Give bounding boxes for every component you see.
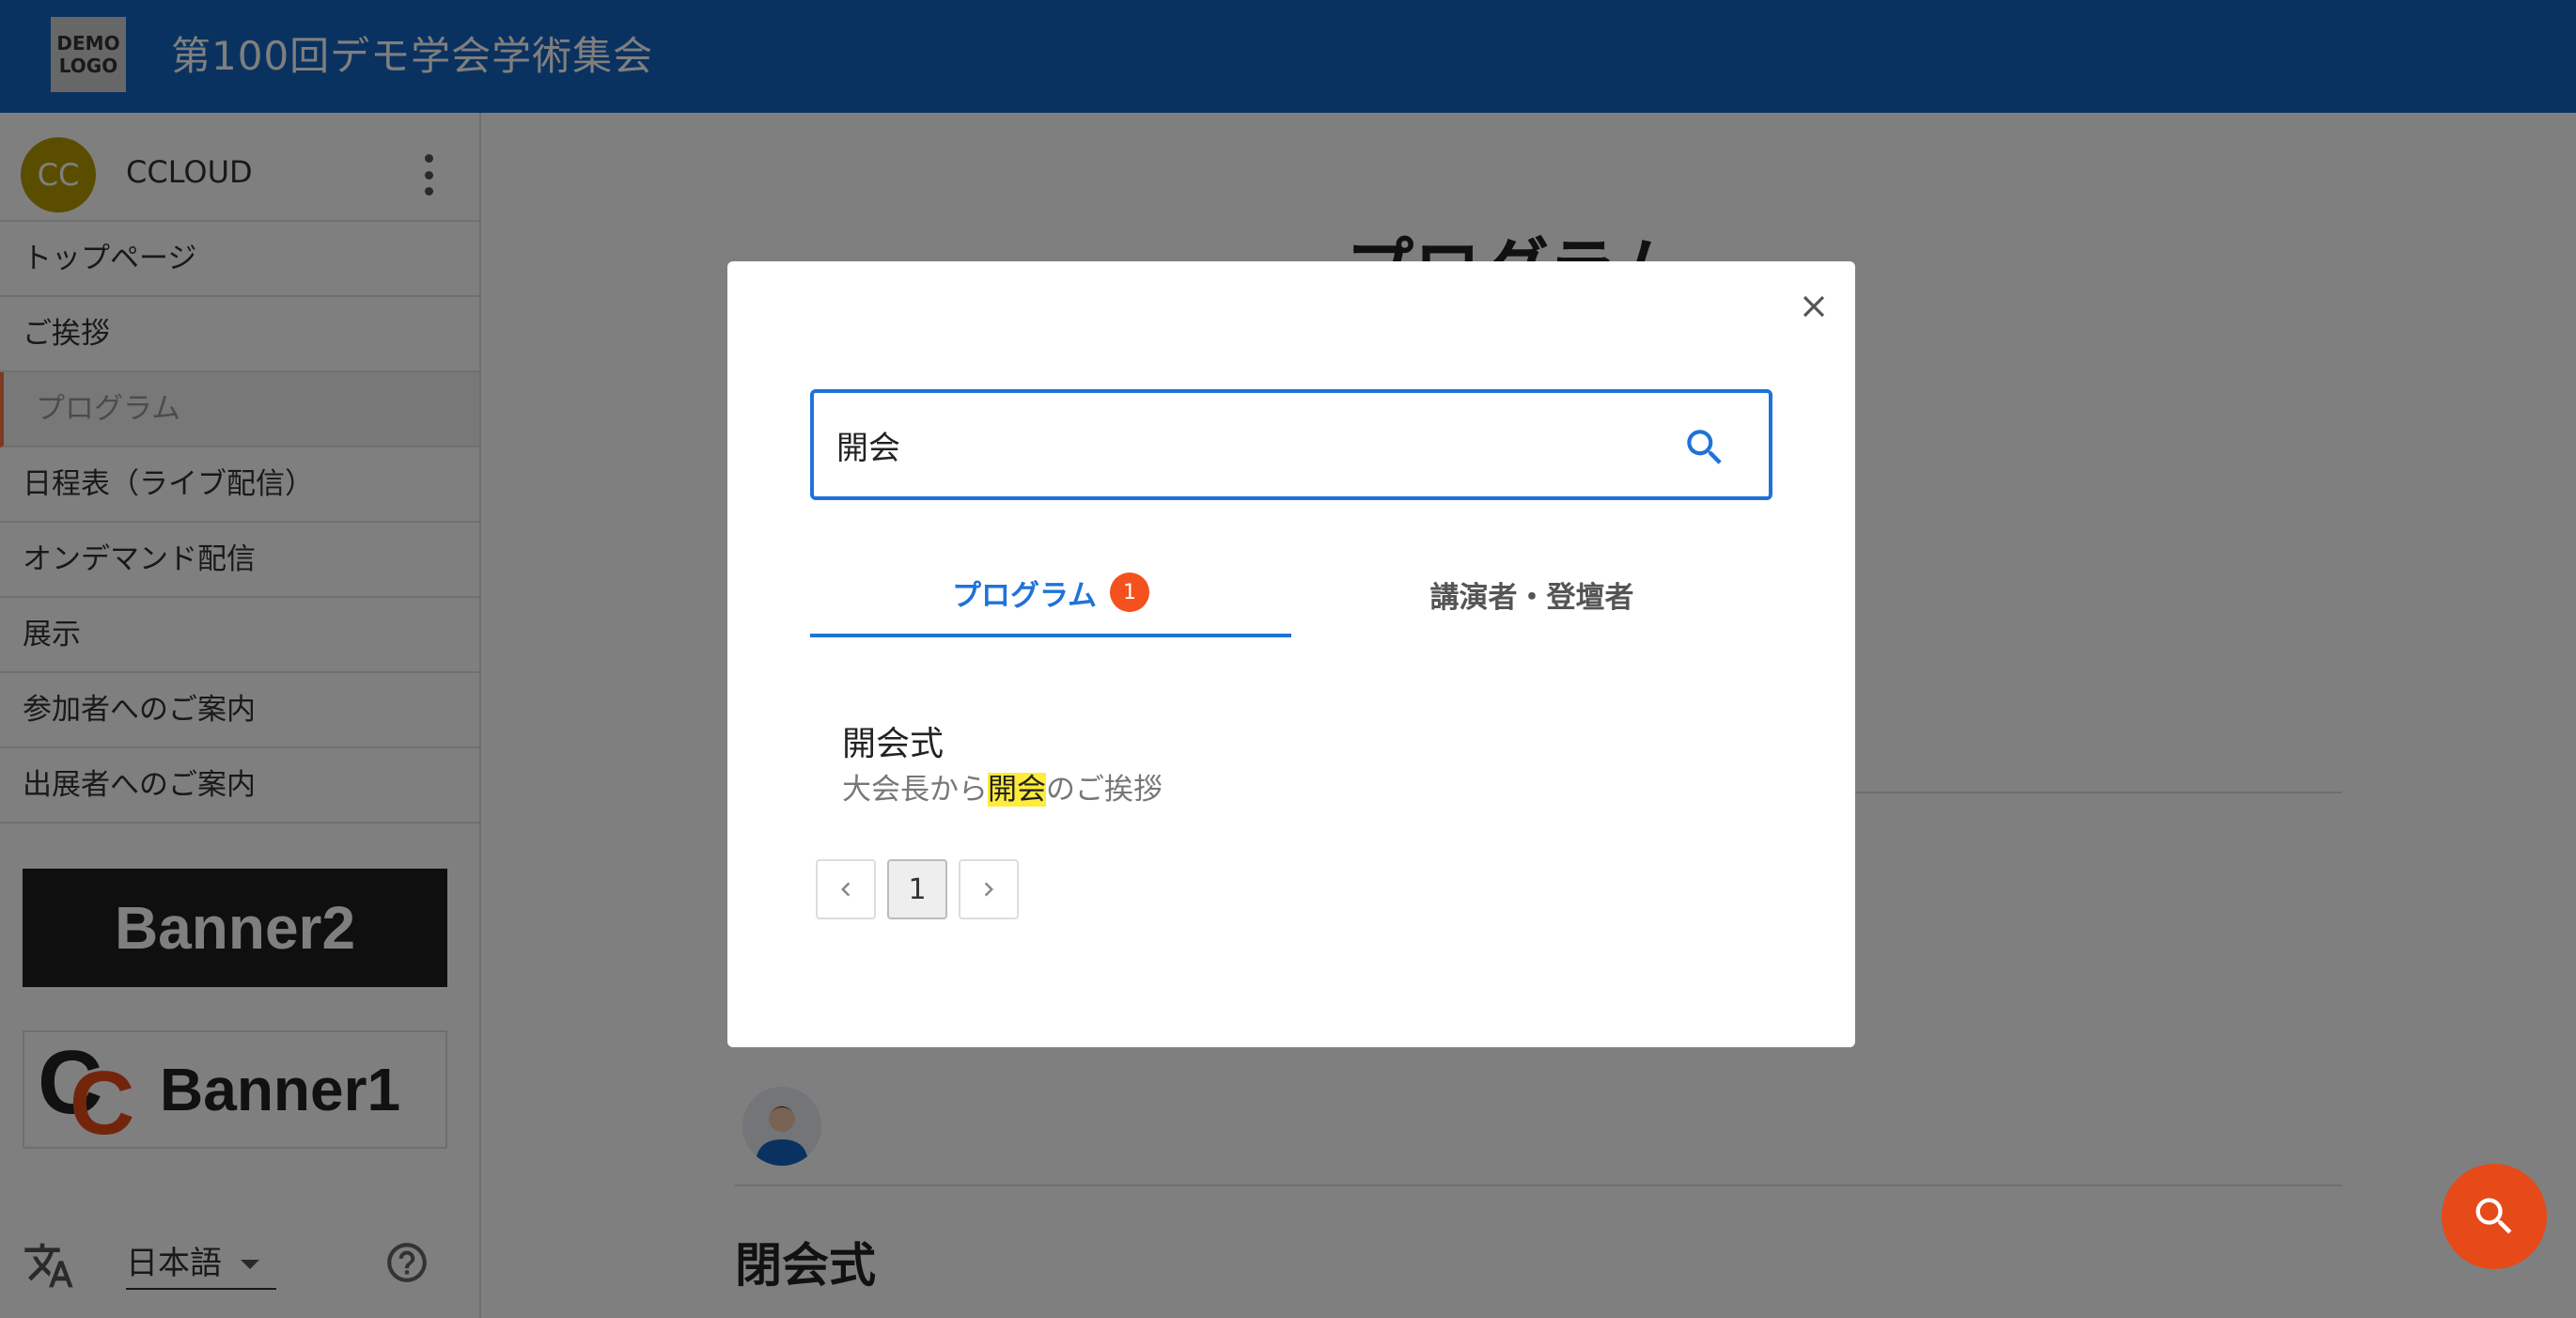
tab-program-label: プログラム xyxy=(951,578,1098,613)
floating-search-button[interactable] xyxy=(2442,1164,2547,1269)
tab-speakers[interactable]: 講演者・登壇者 xyxy=(1291,551,1772,637)
search-modal: プログラム 1 講演者・登壇者 開会式 大会長から開会のご挨拶 1 xyxy=(727,261,1855,1047)
search-submit-button[interactable] xyxy=(1677,419,1733,476)
close-button[interactable] xyxy=(1789,282,1838,331)
search-highlight: 開会 xyxy=(988,773,1046,807)
pagination-page-button[interactable]: 1 xyxy=(887,859,947,919)
tab-program[interactable]: プログラム 1 xyxy=(810,551,1291,637)
pagination-prev-button[interactable] xyxy=(816,859,876,919)
pagination: 1 xyxy=(816,859,1019,921)
chevron-left-icon xyxy=(841,882,851,897)
search-input[interactable] xyxy=(836,414,1663,476)
result-count-badge: 1 xyxy=(1110,573,1150,612)
close-icon xyxy=(1803,295,1825,318)
result-description: 大会長から開会のご挨拶 xyxy=(842,773,1163,807)
search-icon xyxy=(1687,430,1722,464)
chevron-right-icon xyxy=(984,882,993,897)
search-tabs: プログラム 1 講演者・登壇者 xyxy=(810,551,1772,637)
tab-speakers-label: 講演者・登壇者 xyxy=(1429,580,1634,615)
search-icon xyxy=(2475,1198,2512,1234)
search-result-item[interactable]: 開会式 大会長から開会のご挨拶 xyxy=(842,722,1688,812)
search-box xyxy=(810,389,1772,500)
result-title[interactable]: 開会式 xyxy=(842,722,1688,767)
pagination-next-button[interactable] xyxy=(959,859,1019,919)
